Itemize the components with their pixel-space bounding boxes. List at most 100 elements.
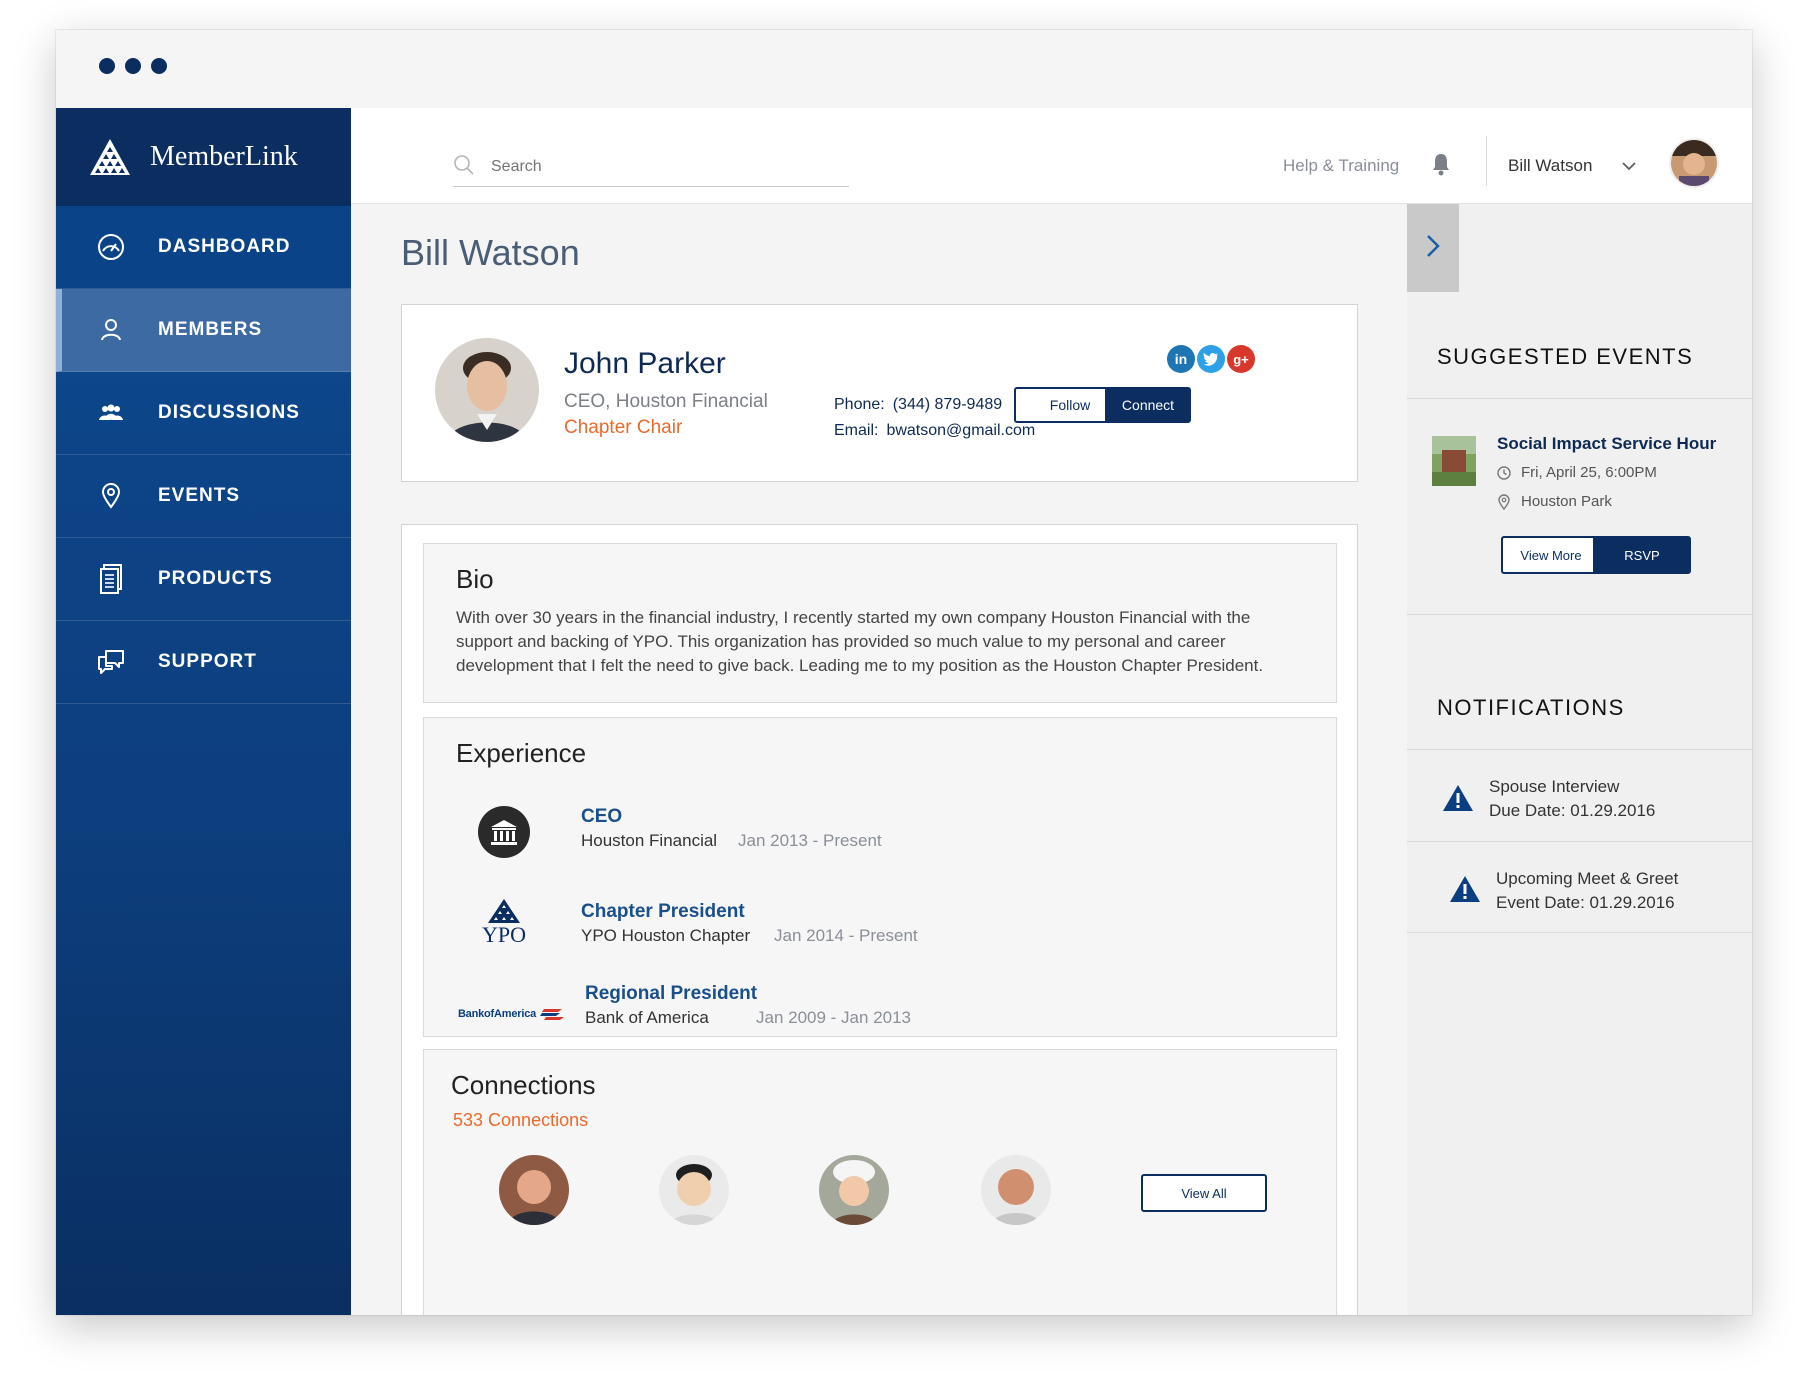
email-label: Email:: [834, 422, 879, 439]
experience-role[interactable]: Regional President: [585, 983, 757, 1005]
rail-divider: [1407, 749, 1752, 750]
right-rail: SUGGESTED EVENTS Social Impact Service H…: [1407, 204, 1752, 1315]
twitter-icon[interactable]: [1197, 345, 1225, 373]
event-title[interactable]: Social Impact Service Hour: [1497, 434, 1716, 454]
experience-role[interactable]: CEO: [581, 806, 622, 828]
clock-icon: [1497, 465, 1511, 480]
top-bar: Help & Training Bill Watson: [351, 108, 1752, 204]
notification-date: Event Date: 01.29.2016: [1496, 893, 1675, 912]
sidebar-item-events[interactable]: EVENTS: [56, 455, 351, 538]
view-more-button[interactable]: View More: [1501, 536, 1601, 574]
boa-flag-icon: [540, 1009, 565, 1020]
help-training-link[interactable]: Help & Training: [1283, 156, 1399, 176]
app-name: MemberLink: [150, 141, 298, 172]
main-content: Bill Watson John Parker CEO, Houston Fin…: [351, 204, 1407, 1315]
suggested-events-heading: SUGGESTED EVENTS: [1437, 344, 1694, 369]
experience-section: Experience CEO Houston Financial Jan 201…: [423, 717, 1337, 1037]
notifications-heading: NOTIFICATIONS: [1437, 695, 1625, 720]
connection-avatar[interactable]: [659, 1155, 729, 1225]
experience-dates: Jan 2014 - Present: [774, 926, 918, 945]
chevron-down-icon[interactable]: [1621, 158, 1637, 176]
window-dot-minimize[interactable]: [125, 58, 141, 74]
profile-name: John Parker: [564, 347, 726, 380]
brand-logo[interactable]: MemberLink: [56, 108, 351, 206]
phone-label: Phone:: [834, 396, 885, 413]
phone-value[interactable]: (344) 879-9489: [893, 396, 1002, 413]
rail-divider: [1407, 932, 1752, 933]
experience-dates: Jan 2013 - Present: [738, 831, 882, 850]
memberlink-logo-icon: [90, 139, 130, 175]
bell-icon[interactable]: [1431, 152, 1451, 181]
window-controls: [99, 58, 167, 74]
connection-avatar[interactable]: [499, 1155, 569, 1225]
experience-role[interactable]: Chapter President: [581, 901, 745, 923]
boa-logo-text: BankofAmerica: [457, 1008, 537, 1020]
rail-collapse-toggle[interactable]: [1407, 204, 1459, 292]
chat-bubbles-icon: [94, 647, 128, 677]
connections-section: Connections 533 Connections View All: [423, 1049, 1337, 1315]
bio-text: With over 30 years in the financial indu…: [456, 608, 1264, 675]
event-thumbnail[interactable]: [1432, 436, 1476, 486]
event-location-text: Houston Park: [1521, 493, 1612, 510]
rail-divider: [1407, 841, 1752, 842]
group-icon: [94, 398, 128, 428]
ypo-logo-text: YPO: [481, 922, 526, 947]
location-pin-icon: [1498, 493, 1510, 510]
google-plus-icon[interactable]: g+: [1227, 345, 1255, 373]
rail-divider: [1407, 614, 1752, 615]
chevron-right-icon: [1425, 233, 1441, 264]
experience-dates: Jan 2009 - Jan 2013: [756, 1008, 912, 1027]
event-location: Houston Park: [1497, 493, 1612, 510]
linkedin-icon[interactable]: in: [1167, 345, 1195, 373]
connection-avatar[interactable]: [981, 1155, 1051, 1225]
bank-of-america-logo: BankofAmerica: [456, 1002, 566, 1026]
sidebar-item-discussions[interactable]: DISCUSSIONS: [56, 372, 351, 455]
window-dot-maximize[interactable]: [151, 58, 167, 74]
connect-button[interactable]: Connect: [1105, 387, 1191, 423]
profile-title: CEO, Houston Financial: [564, 391, 768, 412]
avatar[interactable]: [1669, 138, 1719, 188]
bio-heading: Bio: [456, 564, 494, 594]
connections-count[interactable]: 533 Connections: [453, 1110, 588, 1131]
page-title: Bill Watson: [401, 232, 580, 273]
location-pin-icon: [94, 481, 128, 511]
app-window: MemberLink DASHBOARD MEMBERS DISCUSSIONS…: [56, 30, 1752, 1315]
connection-avatar[interactable]: [819, 1155, 889, 1225]
dashboard-icon: [94, 232, 128, 262]
contact-info: Phone: (344) 879-9489 Email: bwatson@gmail…: [834, 392, 1035, 444]
notification-title[interactable]: Spouse Interview: [1489, 777, 1619, 797]
social-links: in g+: [1167, 345, 1255, 373]
event-datetime-text: Fri, April 25, 6:00PM: [1521, 464, 1657, 481]
rail-divider: [1407, 398, 1752, 399]
window-titlebar: [56, 30, 1752, 109]
user-name[interactable]: Bill Watson: [1508, 156, 1592, 176]
sidebar-item-label: SUPPORT: [158, 651, 257, 672]
sidebar-item-label: DASHBOARD: [158, 236, 291, 257]
sidebar-item-members[interactable]: MEMBERS: [56, 289, 351, 372]
bio-section: Bio With over 30 years in the financial …: [423, 543, 1337, 703]
search-bar: [453, 148, 849, 187]
sidebar-item-products[interactable]: PRODUCTS: [56, 538, 351, 621]
profile-card: John Parker CEO, Houston Financial Chapt…: [401, 304, 1358, 482]
sidebar-item-label: DISCUSSIONS: [158, 402, 300, 423]
sidebar-item-support[interactable]: SUPPORT: [56, 621, 351, 704]
window-dot-close[interactable]: [99, 58, 115, 74]
event-datetime: Fri, April 25, 6:00PM: [1497, 464, 1657, 481]
experience-org: YPO Houston Chapter: [581, 926, 751, 945]
bank-building-icon: [478, 806, 530, 858]
view-all-connections-button[interactable]: View All: [1141, 1174, 1267, 1212]
profile-avatar: [435, 338, 539, 442]
sidebar: MemberLink DASHBOARD MEMBERS DISCUSSIONS…: [56, 108, 351, 1315]
person-icon: [94, 315, 128, 345]
search-input[interactable]: [489, 157, 813, 177]
experience-org: Bank of America: [585, 1008, 709, 1027]
connections-heading: Connections: [451, 1070, 596, 1100]
ypo-logo: YPO: [478, 893, 530, 951]
search-icon[interactable]: [453, 154, 475, 181]
sidebar-item-dashboard[interactable]: DASHBOARD: [56, 206, 351, 289]
notification-title[interactable]: Upcoming Meet & Greet: [1496, 869, 1678, 889]
warning-icon: [1448, 874, 1482, 909]
sidebar-item-label: EVENTS: [158, 485, 241, 506]
rsvp-button[interactable]: RSVP: [1593, 536, 1691, 574]
email-value[interactable]: bwatson@gmail.com: [886, 422, 1035, 439]
